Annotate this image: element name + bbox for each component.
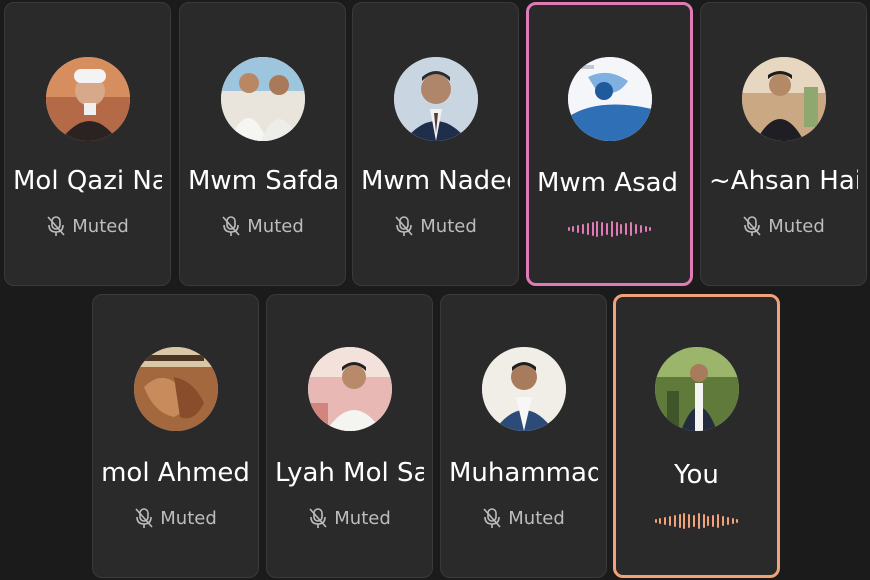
avatar	[45, 57, 130, 141]
waveform-bar	[634, 224, 637, 234]
status-label: Muted	[180, 215, 345, 237]
waveform-bar	[693, 515, 695, 527]
participant-name: Muhammad	[449, 458, 598, 488]
avatar	[393, 57, 478, 141]
avatar	[307, 347, 392, 431]
avatar	[741, 57, 826, 141]
participant-name: You	[674, 460, 719, 490]
waveform-bar	[625, 223, 628, 235]
avatar	[567, 57, 652, 141]
audio-waveform-icon	[654, 513, 739, 529]
waveform-bar	[702, 514, 705, 528]
status-label: Muted	[5, 215, 170, 237]
mic-off-icon	[309, 508, 327, 528]
avatar	[220, 57, 305, 141]
waveform-bar	[721, 516, 724, 526]
waveform-bar	[673, 515, 676, 527]
waveform-bar	[644, 226, 647, 232]
waveform-bar	[736, 519, 739, 523]
participant-name: Mwm Safdar	[188, 166, 337, 196]
participant-tile[interactable]: mol Ahmed Muted	[92, 294, 259, 578]
avatar	[133, 347, 218, 431]
participant-tile[interactable]: Mwm Safdar Muted	[179, 2, 346, 286]
mic-off-icon	[47, 216, 65, 236]
muted-label: Muted	[247, 215, 304, 237]
waveform-bar	[577, 225, 580, 233]
status-label: Muted	[93, 507, 258, 529]
participant-tile[interactable]: ~Ahsan Haid Muted	[700, 2, 867, 286]
waveform-bar	[697, 513, 700, 529]
waveform-bar	[717, 514, 720, 528]
mic-off-icon	[222, 216, 240, 236]
muted-label: Muted	[160, 507, 217, 529]
muted-label: Muted	[508, 507, 565, 529]
waveform-bar	[581, 224, 584, 234]
waveform-bar	[726, 517, 729, 525]
participant-tile[interactable]: Mwm Nadee Muted	[352, 2, 519, 286]
audio-waveform-icon	[567, 221, 652, 237]
muted-label: Muted	[420, 215, 477, 237]
waveform-bar	[654, 519, 657, 523]
status-label: Muted	[701, 215, 866, 237]
participant-name: mol Ahmed	[101, 458, 250, 488]
mic-off-icon	[395, 216, 413, 236]
status-label: Muted	[353, 215, 518, 237]
waveform-bar	[596, 221, 599, 237]
waveform-bar	[586, 223, 589, 235]
participant-tile-active[interactable]: Mwm Asad I	[526, 2, 693, 286]
mic-off-icon	[135, 508, 153, 528]
waveform-bar	[630, 222, 633, 236]
waveform-bar	[659, 518, 662, 524]
waveform-bar	[707, 516, 710, 526]
mic-off-icon	[483, 508, 501, 528]
status-label: Muted	[441, 507, 606, 529]
participant-name: Mwm Asad I	[537, 168, 682, 198]
participant-name: Mwm Nadee	[361, 166, 510, 196]
participant-tile-self[interactable]: You	[613, 294, 780, 578]
participant-name: Mol Qazi Na	[13, 166, 162, 196]
participant-tile[interactable]: Lyah Mol Saj Muted	[266, 294, 433, 578]
muted-label: Muted	[334, 507, 391, 529]
waveform-bar	[668, 516, 671, 526]
waveform-bar	[610, 221, 613, 237]
waveform-bar	[639, 225, 642, 233]
muted-label: Muted	[768, 215, 825, 237]
waveform-bar	[688, 514, 691, 528]
status-label: Muted	[267, 507, 432, 529]
waveform-bar	[606, 223, 608, 235]
waveform-bar	[567, 227, 570, 231]
participant-name: ~Ahsan Haid	[709, 166, 858, 196]
waveform-bar	[572, 226, 575, 232]
waveform-bar	[678, 514, 681, 528]
waveform-bar	[731, 518, 734, 524]
waveform-bar	[620, 224, 623, 234]
waveform-bar	[712, 515, 715, 527]
waveform-bar	[664, 517, 667, 525]
avatar	[481, 347, 566, 431]
participant-name: Lyah Mol Saj	[275, 458, 424, 488]
muted-label: Muted	[72, 215, 129, 237]
participant-tile[interactable]: Mol Qazi Na Muted	[4, 2, 171, 286]
avatar	[654, 347, 739, 431]
mic-off-icon	[743, 216, 761, 236]
participant-tile[interactable]: Muhammad Muted	[440, 294, 607, 578]
waveform-bar	[601, 222, 604, 236]
waveform-bar	[683, 513, 686, 529]
waveform-bar	[615, 222, 618, 236]
waveform-bar	[591, 222, 594, 236]
waveform-bar	[649, 227, 652, 231]
